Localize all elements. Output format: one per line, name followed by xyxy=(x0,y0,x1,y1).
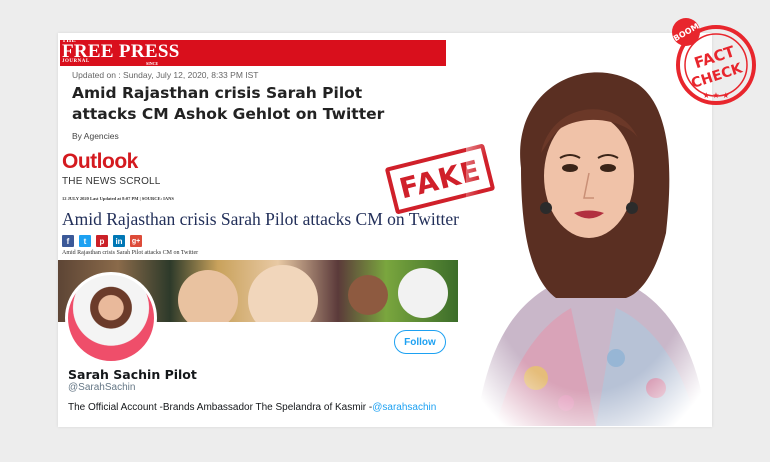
outlook-caption: Amid Rajasthan crisis Sarah Pilot attack… xyxy=(62,250,199,256)
pinterest-icon[interactable]: p xyxy=(96,235,108,247)
free-press-byline: By Agencies xyxy=(72,131,119,141)
google-plus-icon[interactable]: g+ xyxy=(130,235,142,247)
facebook-icon[interactable]: f xyxy=(62,235,74,247)
badge-stars: ★ ★ ★ xyxy=(703,91,730,100)
profile-bio: The Official Account -Brands Ambassador … xyxy=(68,402,436,413)
banner-figure xyxy=(348,275,388,315)
avatar[interactable] xyxy=(65,272,157,364)
banner-figure xyxy=(178,270,238,322)
profile-bio-text: The Official Account -Brands Ambassador … xyxy=(68,402,373,413)
outlook-logo: Outlook xyxy=(62,150,138,173)
outlook-meta: 12 JULY 2020 Last Updated at 8:07 PM | S… xyxy=(62,196,174,201)
twitter-icon[interactable]: t xyxy=(79,235,91,247)
linkedin-icon[interactable]: in xyxy=(113,235,125,247)
banner-figure xyxy=(398,268,448,318)
follow-button[interactable]: Follow xyxy=(394,330,446,354)
free-press-headline: Amid Rajasthan crisis Sarah Pilot attack… xyxy=(72,84,385,123)
profile-bio-mention[interactable]: @sarahsachin xyxy=(372,402,436,413)
free-press-logo-journal: JOURNAL xyxy=(62,59,90,64)
fact-check-badge: BOOM FACT CHECK ★ ★ ★ xyxy=(672,18,756,105)
free-press-updated: Updated on : Sunday, July 12, 2020, 8:33… xyxy=(72,70,259,80)
profile-handle[interactable]: @SarahSachin xyxy=(68,382,135,393)
woman-photo xyxy=(466,58,712,426)
banner-figure xyxy=(248,265,318,322)
profile-name: Sarah Sachin Pilot xyxy=(68,367,197,382)
outlook-section: THE NEWS SCROLL xyxy=(62,176,161,187)
share-row: f t p in g+ xyxy=(62,235,142,247)
